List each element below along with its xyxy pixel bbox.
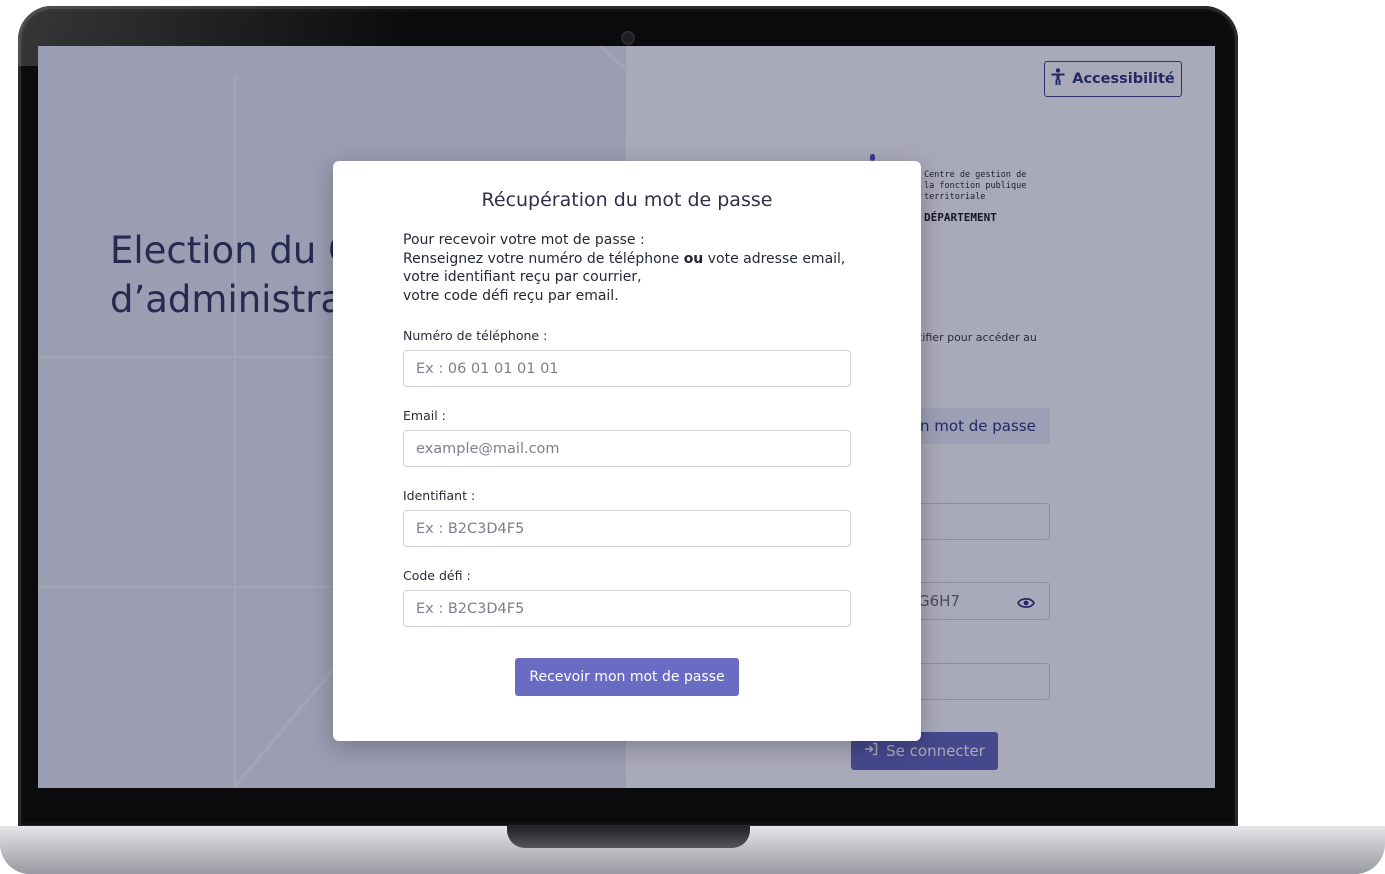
challenge-code-label: Code défi :: [403, 568, 471, 583]
instruction-or: ou: [683, 250, 704, 267]
instruction-line: Renseignez votre numéro de téléphone ou …: [403, 250, 883, 269]
email-label: Email :: [403, 408, 446, 423]
recovery-instructions: Pour recevoir votre mot de passe : Rense…: [403, 231, 883, 305]
laptop-notch: [507, 826, 750, 848]
identifier-input[interactable]: [403, 510, 851, 547]
instruction-line: Pour recevoir votre mot de passe :: [403, 232, 645, 248]
phone-label: Numéro de téléphone :: [403, 328, 548, 343]
phone-input[interactable]: [403, 350, 851, 387]
modal-title: Récupération du mot de passe: [481, 189, 773, 211]
identifier-label: Identifiant :: [403, 488, 476, 503]
email-input[interactable]: [403, 430, 851, 467]
password-recovery-modal: Récupération du mot de passe Pour recevo…: [333, 161, 921, 741]
instruction-text: vote adresse email,: [703, 250, 846, 267]
instruction-text: Renseignez votre numéro de téléphone: [403, 250, 684, 267]
instruction-line: votre code défi reçu par email.: [403, 287, 619, 304]
challenge-code-input[interactable]: [403, 590, 851, 627]
instruction-line: votre identifiant reçu par courrier,: [403, 269, 642, 285]
receive-password-button[interactable]: Recevoir mon mot de passe: [515, 658, 739, 696]
camera-icon: [621, 31, 635, 45]
